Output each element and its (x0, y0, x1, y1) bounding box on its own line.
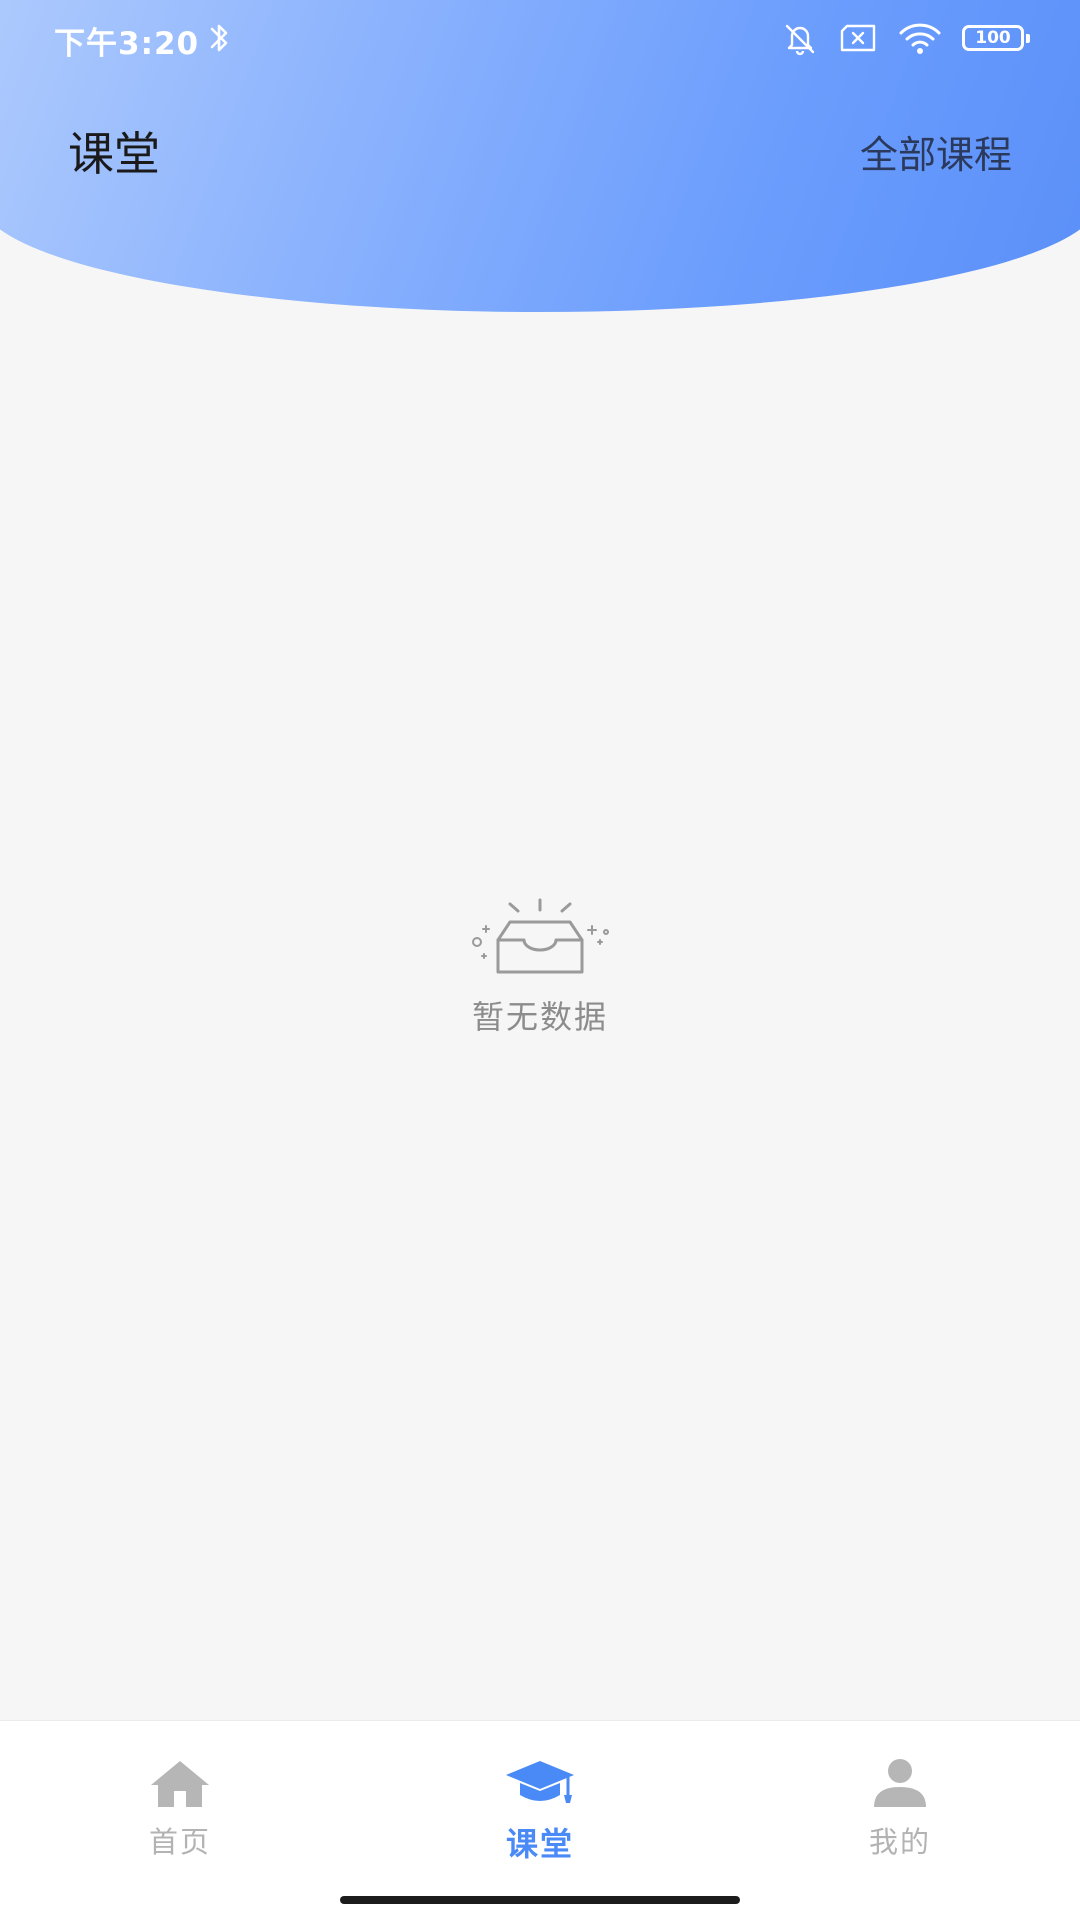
battery-icon: 100 (962, 25, 1030, 51)
status-icons: 100 (782, 20, 1032, 56)
empty-state-text: 暂无数据 (471, 998, 608, 1036)
graduation-cap-icon (504, 1757, 576, 1813)
wifi-icon (898, 21, 942, 55)
tab-classroom[interactable]: 课堂 (440, 1757, 640, 1865)
tab-mine[interactable]: 我的 (800, 1757, 1000, 1861)
tab-home[interactable]: 首页 (80, 1757, 280, 1861)
bottom-tab-bar: 首页 课堂 我的 (0, 1720, 1080, 1920)
status-time: 下午3:20 (54, 26, 200, 62)
user-icon (870, 1757, 930, 1813)
classroom-screen: 下午3:20 100 课堂 全部课程 暂无数据 首页 课堂 我的 (0, 0, 1080, 1920)
home-icon (148, 1757, 212, 1813)
battery-level: 100 (975, 28, 1011, 48)
bluetooth-icon (206, 20, 234, 56)
all-courses-link[interactable]: 全部课程 (860, 124, 1012, 179)
empty-state: 暂无数据 (0, 896, 1080, 1038)
sim-x-icon (838, 23, 878, 53)
tab-classroom-label: 课堂 (505, 1825, 574, 1863)
tab-home-label: 首页 (148, 1825, 211, 1859)
empty-box-icon (468, 896, 612, 978)
bell-muted-icon (782, 20, 818, 56)
home-indicator (340, 1896, 740, 1904)
tab-mine-label: 我的 (868, 1825, 931, 1859)
page-title: 课堂 (68, 127, 160, 181)
status-bar: 下午3:20 100 (0, 0, 1080, 76)
